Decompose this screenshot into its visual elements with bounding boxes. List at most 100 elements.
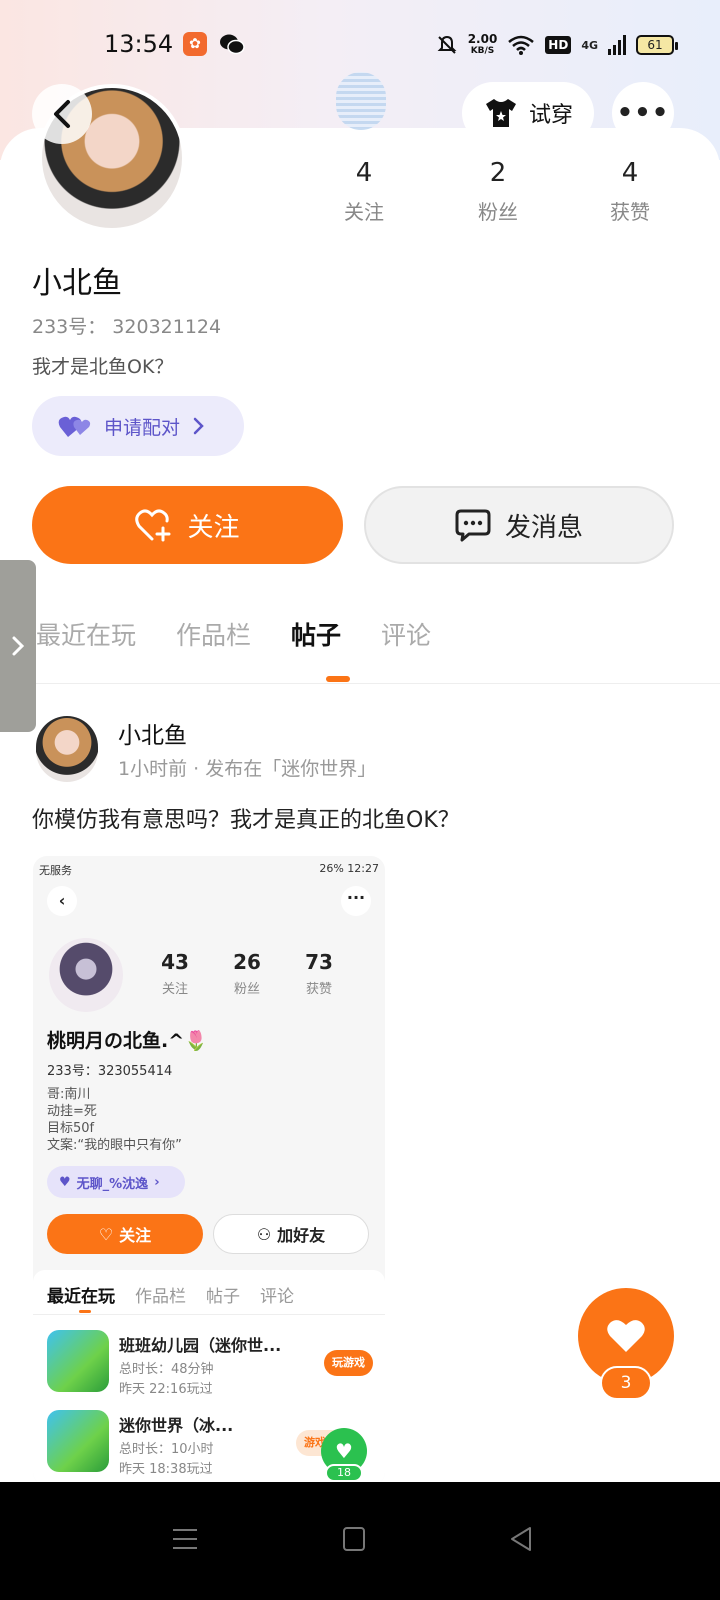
post-author-avatar[interactable] — [36, 716, 98, 782]
tab-posts[interactable]: 帖子 — [291, 616, 341, 666]
embedded-like-count: 18 — [325, 1464, 363, 1482]
tryon-label: 试穿 — [528, 103, 573, 128]
chevron-right-icon — [12, 636, 25, 656]
heart-plus-icon — [135, 509, 171, 542]
signal-label: 4G — [581, 38, 598, 52]
message-label: 发消息 — [504, 512, 583, 543]
network-speed-value: 2.00 — [467, 32, 498, 46]
embedded-bio: 哥:南川 动挂=死 目标50f 文案:“我的眼中只有你” — [47, 1086, 182, 1154]
wechat-icon — [220, 34, 245, 55]
profile-tabs: 最近在玩 作品栏 帖子 评论 — [36, 616, 431, 666]
game-icon — [47, 1410, 109, 1472]
game-duration: 总时长：10小时 — [119, 1442, 214, 1457]
game-icon — [47, 1330, 109, 1392]
embedded-tab-indicator — [79, 1310, 91, 1313]
pair-request-button[interactable]: 申请配对 — [32, 396, 244, 456]
follow-label: 关注 — [187, 512, 240, 543]
embedded-bio-line: 动挂=死 — [47, 1104, 97, 1119]
profile-uid: 233号： 320321124 — [32, 316, 222, 338]
tab-divider — [0, 683, 720, 684]
chevron-right-icon — [193, 417, 204, 435]
back-triangle-icon[interactable] — [508, 1526, 534, 1552]
tab-indicator — [326, 676, 350, 682]
embedded-status-left: 无服务 — [39, 864, 72, 877]
stat-value: 4 — [621, 158, 639, 188]
embedded-stat: 26 粉丝 — [217, 950, 277, 997]
embedded-back-icon: ‹ — [47, 886, 77, 916]
embedded-add-friend-label: 加好友 — [277, 1226, 326, 1245]
tryon-button[interactable]: 试穿 — [462, 82, 594, 144]
follow-button[interactable]: 关注 — [32, 486, 343, 564]
post-meta: 1小时前 · 发布在「迷你世界」 — [118, 758, 377, 780]
embedded-tab: 作品栏 — [135, 1287, 186, 1307]
stat-label: 关注 — [344, 200, 384, 224]
embedded-stat-label: 粉丝 — [233, 982, 260, 997]
embedded-pair-label: 无聊_%沈逸 — [76, 1176, 149, 1192]
embedded-tab: 评论 — [260, 1287, 294, 1307]
hd-badge: HD — [545, 36, 572, 54]
embedded-follow-button: ♡ 关注 — [47, 1214, 203, 1254]
embedded-stat-value: 43 — [161, 950, 189, 974]
mute-bell-icon — [437, 35, 457, 54]
post-text: 你模仿我有意思吗？我才是真正的北鱼OK？ — [32, 808, 460, 833]
embedded-stat-value: 26 — [233, 950, 261, 974]
signal-icon — [608, 35, 626, 55]
embedded-tab: 最近在玩 — [47, 1287, 115, 1307]
embedded-pair-badge: ♥ 无聊_%沈逸 › — [47, 1166, 185, 1198]
network-speed: 2.00 KB/S — [468, 33, 498, 57]
post-image[interactable]: 无服务 26% 12:27 ‹ ··· 43 关注 26 粉丝 73 获赞 桃明… — [33, 856, 385, 1486]
hearts-icon — [58, 416, 91, 437]
embedded-divider — [33, 1314, 385, 1315]
menu-icon[interactable] — [172, 1526, 198, 1552]
embedded-stat-label: 关注 — [161, 982, 188, 997]
embedded-uid: 233号：323055414 — [47, 1064, 173, 1079]
heart-icon — [607, 1320, 645, 1352]
game-title: 迷你世界（冰... — [119, 1416, 234, 1435]
game-badge: 玩游戏 — [324, 1350, 373, 1376]
game-last-played: 昨天 22:16玩过 — [119, 1382, 213, 1397]
embedded-heart-plus-icon: ♡ — [98, 1224, 114, 1244]
back-button[interactable] — [32, 84, 92, 144]
stat-value: 2 — [489, 158, 507, 188]
app-notification-icon: ✿ — [183, 32, 207, 56]
embedded-more-icon: ··· — [341, 886, 371, 916]
embedded-name: 桃明月の北鱼.^🌷 — [47, 1030, 208, 1052]
chevron-left-icon — [54, 100, 70, 128]
status-bar: 13:54 ✿ 2.00 KB/S HD 4G 61 — [0, 22, 720, 66]
embedded-tab: 帖子 — [206, 1287, 240, 1307]
embedded-add-friend-button: ⚇ 加好友 — [213, 1214, 369, 1254]
stat-likes[interactable]: 4 获赞 — [580, 158, 680, 225]
tab-recent[interactable]: 最近在玩 — [36, 616, 136, 666]
embedded-avatar — [49, 938, 123, 1012]
embedded-bio-line: 文案:“我的眼中只有你” — [47, 1138, 182, 1153]
game-last-played: 昨天 18:38玩过 — [119, 1462, 213, 1477]
chat-bubble-icon — [455, 509, 491, 542]
status-time: 13:54 — [104, 30, 174, 58]
embedded-chevron-icon: › — [154, 1174, 160, 1190]
game-duration: 总时长：48分钟 — [119, 1362, 214, 1377]
side-drawer-handle[interactable] — [0, 560, 36, 732]
home-icon[interactable] — [342, 1526, 366, 1552]
globe-decoration-icon — [336, 72, 386, 130]
embedded-person-add-icon: ⚇ — [256, 1224, 272, 1244]
post-author-name[interactable]: 小北鱼 — [118, 716, 187, 750]
embedded-follow-label: 关注 — [119, 1226, 152, 1245]
tab-works[interactable]: 作品栏 — [176, 616, 251, 666]
tab-comments[interactable]: 评论 — [381, 616, 431, 666]
message-button[interactable]: 发消息 — [364, 486, 674, 564]
embedded-status-right: 26% 12:27 — [319, 862, 379, 875]
game-title: 班班幼儿园（迷你世... — [119, 1336, 282, 1355]
embedded-stat-value: 73 — [305, 950, 333, 974]
system-nav-bar — [0, 1482, 720, 1600]
embedded-hearts-icon: ♥ — [59, 1174, 71, 1190]
tshirt-icon — [485, 99, 516, 127]
embedded-bio-line: 哥:南川 — [47, 1087, 91, 1102]
more-button[interactable]: ••• — [612, 82, 674, 144]
embedded-game-item: 班班幼儿园（迷你世... 总时长：48分钟 昨天 22:16玩过 玩游戏 — [47, 1330, 373, 1400]
stat-label: 粉丝 — [478, 200, 518, 224]
stat-following[interactable]: 4 关注 — [314, 158, 414, 225]
embedded-stat: 43 关注 — [145, 950, 205, 997]
stat-label: 获赞 — [610, 200, 650, 224]
embedded-stat-label: 获赞 — [305, 982, 332, 997]
stat-fans[interactable]: 2 粉丝 — [448, 158, 548, 225]
